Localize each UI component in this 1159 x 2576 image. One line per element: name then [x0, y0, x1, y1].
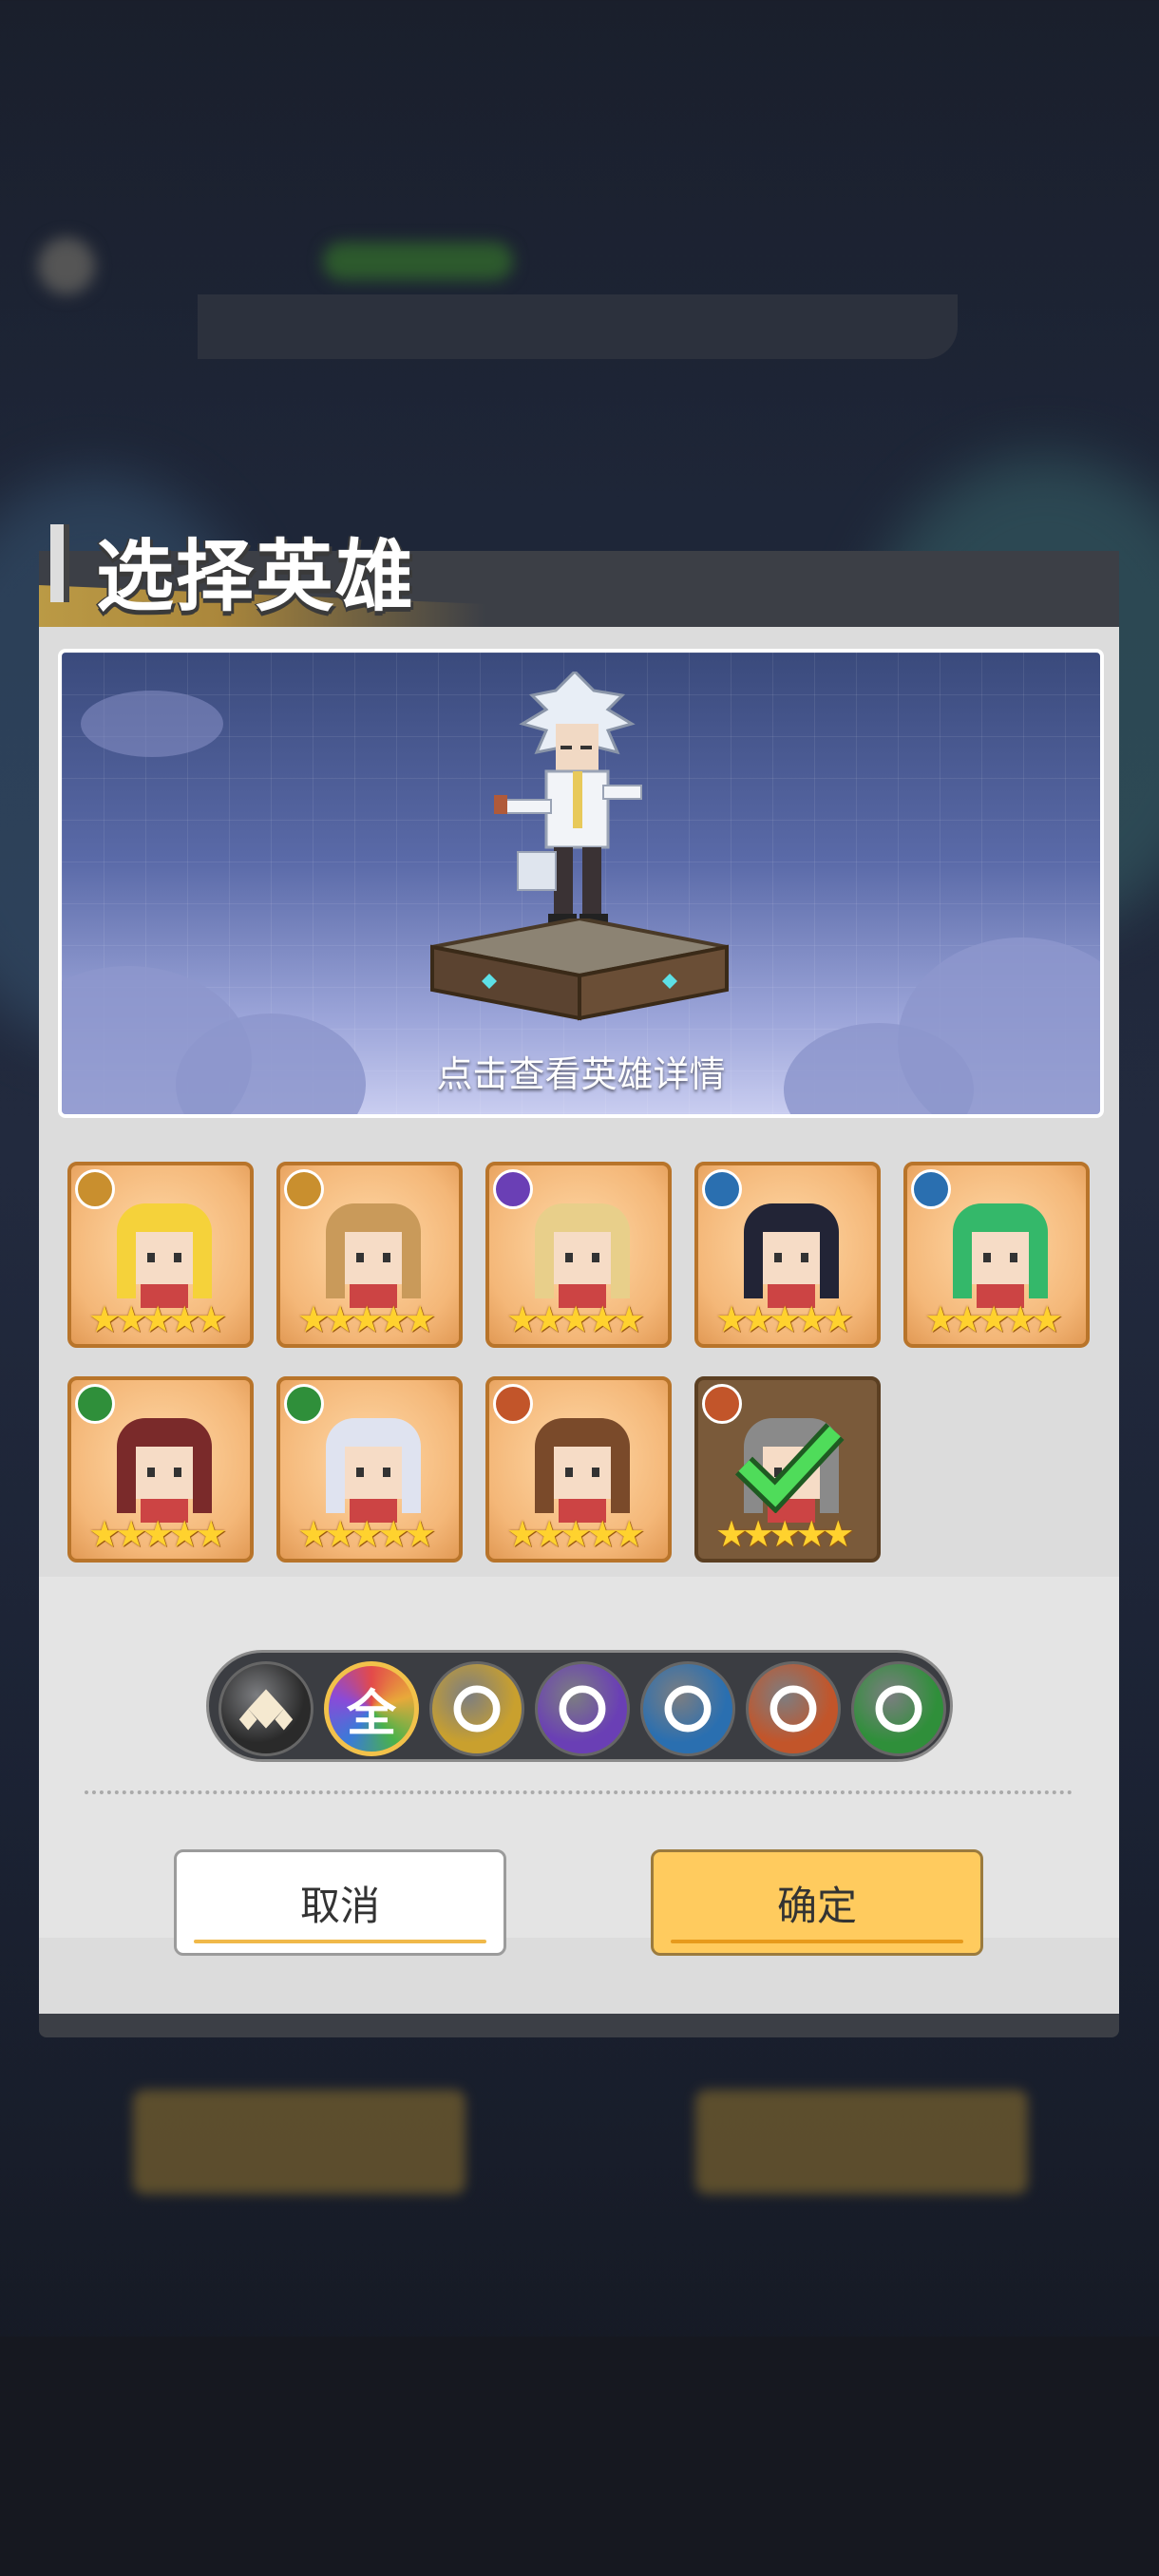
hero-card[interactable]: ★★★★★ [485, 1162, 672, 1348]
confirm-button[interactable]: 确定 [651, 1849, 983, 1956]
star-rating: ★★★★★ [88, 1298, 227, 1340]
cloud [81, 691, 223, 757]
hero-portrait [326, 1418, 421, 1523]
hero-card[interactable]: ★★★★★ [903, 1162, 1090, 1348]
element-glyph [453, 1685, 501, 1733]
hero-pedestal [430, 919, 729, 1021]
hero-sprite [494, 672, 642, 923]
hero-card[interactable]: ★★★★★ [694, 1376, 881, 1563]
star-rating: ★★★★★ [715, 1513, 854, 1555]
bg-button [133, 2090, 466, 2194]
dialog-title: 选择英雄 [96, 532, 416, 622]
filter-label: 全 [346, 1685, 396, 1743]
star-rating: ★★★★★ [715, 1298, 854, 1340]
meditate-icon[interactable] [746, 1661, 841, 1756]
diamond-glyph [238, 1689, 294, 1731]
lotus-icon [284, 1169, 324, 1209]
title-marker [50, 524, 69, 602]
cancel-button[interactable]: 取消 [174, 1849, 506, 1956]
dialog-footer [39, 2014, 1119, 2037]
flame-icon[interactable] [535, 1661, 630, 1756]
dna-icon[interactable] [851, 1661, 946, 1756]
hero-card[interactable]: ★★★★★ [67, 1376, 254, 1563]
yin-yang-icon[interactable] [640, 1661, 735, 1756]
element-glyph [664, 1685, 712, 1733]
lotus-icon [75, 1169, 115, 1209]
dialog-title-bar: 选择英雄 [39, 524, 1119, 627]
star-rating: ★★★★★ [506, 1298, 645, 1340]
divider [85, 1790, 1073, 1794]
element-filter-bar: 全 [206, 1650, 953, 1762]
type-filter-icon[interactable] [218, 1661, 314, 1756]
dna-icon [75, 1384, 115, 1424]
hero-card[interactable]: ★★★★★ [485, 1376, 672, 1563]
bg-avatar [38, 237, 95, 294]
yin-yang-icon [911, 1169, 951, 1209]
hero-card[interactable]: ★★★★★ [276, 1162, 463, 1348]
hero-portrait [326, 1203, 421, 1308]
hero-portrait [117, 1418, 212, 1523]
preview-tip: 点击查看英雄详情 [436, 1053, 726, 1095]
hero-portrait [953, 1203, 1048, 1308]
hero-portrait [117, 1203, 212, 1308]
bg-bar [198, 294, 958, 359]
bg-bottom-bar [0, 2337, 1159, 2576]
select-hero-dialog: 选择英雄 点击查看英雄详情 ★★★★★ ★★★★★ ★★★★★ ★★★★★ ★★… [39, 524, 1119, 2037]
star-rating: ★★★★★ [297, 1513, 436, 1555]
all-filter-button[interactable]: 全 [324, 1661, 419, 1756]
yin-yang-icon [702, 1169, 742, 1209]
hero-portrait [535, 1418, 630, 1523]
star-rating: ★★★★★ [506, 1513, 645, 1555]
hero-card[interactable]: ★★★★★ [694, 1162, 881, 1348]
hero-portrait [744, 1203, 839, 1308]
element-glyph [770, 1685, 817, 1733]
check-icon [734, 1423, 845, 1513]
dna-icon [284, 1384, 324, 1424]
element-glyph [875, 1685, 922, 1733]
star-rating: ★★★★★ [924, 1298, 1063, 1340]
star-rating: ★★★★★ [297, 1298, 436, 1340]
hero-preview[interactable]: 点击查看英雄详情 [58, 649, 1104, 1118]
lotus-icon[interactable] [429, 1661, 524, 1756]
hero-card[interactable]: ★★★★★ [67, 1162, 254, 1348]
star-rating: ★★★★★ [88, 1513, 227, 1555]
flame-icon [493, 1169, 533, 1209]
hero-card[interactable]: ★★★★★ [276, 1376, 463, 1563]
bg-button [695, 2090, 1028, 2194]
meditate-icon [493, 1384, 533, 1424]
bg-label [323, 242, 513, 280]
hero-portrait [535, 1203, 630, 1308]
element-glyph [559, 1685, 606, 1733]
